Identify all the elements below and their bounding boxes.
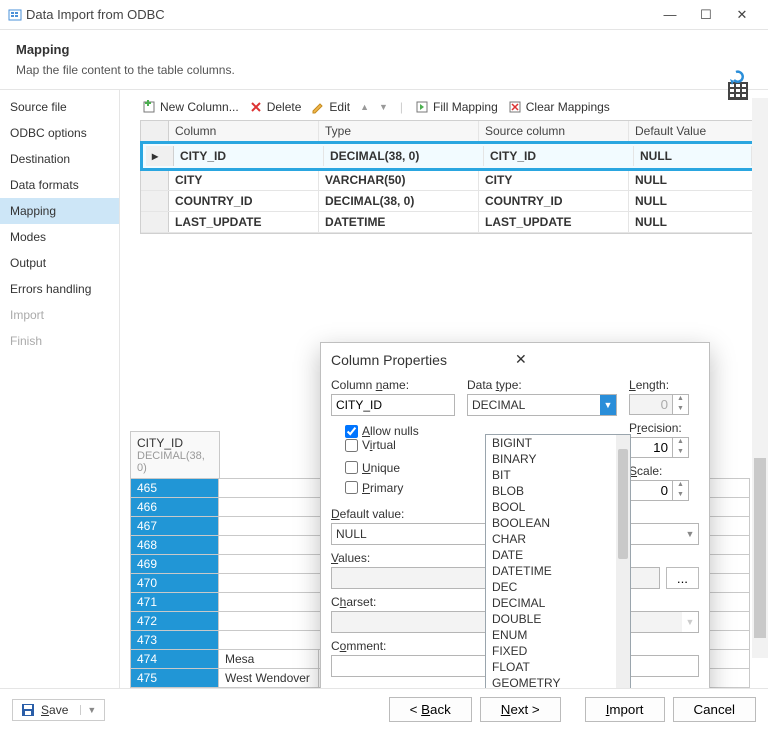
data-type-dropdown-list[interactable]: BIGINTBINARYBITBLOBBOOLBOOLEANCHARDATEDA… xyxy=(485,434,631,688)
dropdown-item[interactable]: FLOAT xyxy=(486,659,630,675)
data-type-label: Data type: xyxy=(467,378,617,392)
dropdown-item[interactable]: ENUM xyxy=(486,627,630,643)
unique-checkbox[interactable]: Unique xyxy=(345,461,443,475)
values-more-button[interactable]: ... xyxy=(666,567,699,589)
grid-row[interactable]: COUNTRY_ID DECIMAL(38, 0) COUNTRY_ID NUL… xyxy=(141,191,757,212)
move-up-button[interactable]: ▲ xyxy=(360,102,369,112)
sidebar-item-odbc-options[interactable]: ODBC options xyxy=(0,120,119,146)
data-type-dropdown[interactable]: DECIMAL▼ xyxy=(467,394,617,416)
grid-row[interactable]: CITY VARCHAR(50) CITY NULL xyxy=(141,170,757,191)
dropdown-item[interactable]: BOOLEAN xyxy=(486,515,630,531)
sidebar-item-modes[interactable]: Modes xyxy=(0,224,119,250)
scale-input[interactable]: ▲▼ xyxy=(629,480,693,501)
dropdown-item[interactable]: BIT xyxy=(486,467,630,483)
allow-nulls-checkbox[interactable]: Allow nulls xyxy=(345,424,443,438)
dialog-title: Column Properties xyxy=(331,352,515,368)
move-down-button[interactable]: ▼ xyxy=(379,102,388,112)
minimize-button[interactable]: — xyxy=(652,7,688,22)
next-button[interactable]: Next > xyxy=(480,697,561,722)
main-scrollbar[interactable] xyxy=(752,98,768,658)
mapping-grid[interactable]: Column Type Source column Default Value … xyxy=(140,120,758,234)
preview-header[interactable]: CITY_ID DECIMAL(38, 0) xyxy=(130,431,220,478)
page-subtitle: Map the file content to the table column… xyxy=(16,63,752,77)
dropdown-item[interactable]: DOUBLE xyxy=(486,611,630,627)
back-button[interactable]: < Back xyxy=(389,697,472,722)
wizard-footer: Save▼ < Back Next > Import Cancel xyxy=(0,688,768,730)
grid-header: Column Type Source column Default Value xyxy=(141,121,757,142)
sidebar-item-finish: Finish xyxy=(0,328,119,354)
sidebar-item-errors-handling[interactable]: Errors handling xyxy=(0,276,119,302)
sidebar-item-source-file[interactable]: Source file xyxy=(0,94,119,120)
import-button[interactable]: Import xyxy=(585,697,665,722)
dropdown-item[interactable]: DATETIME xyxy=(486,563,630,579)
dropdown-item[interactable]: CHAR xyxy=(486,531,630,547)
virtual-checkbox[interactable]: Virtual xyxy=(345,438,396,452)
precision-input[interactable]: ▲▼ xyxy=(629,437,693,458)
scale-label: Scale: xyxy=(629,464,699,478)
page-header: Mapping Map the file content to the tabl… xyxy=(0,30,768,85)
grid-row[interactable]: ▸ CITY_ID DECIMAL(38, 0) CITY_ID NULL xyxy=(141,142,757,170)
page-title: Mapping xyxy=(16,42,752,57)
column-name-input[interactable] xyxy=(331,394,455,416)
dropdown-item[interactable]: GEOMETRY xyxy=(486,675,630,688)
dropdown-item[interactable]: BOOL xyxy=(486,499,630,515)
fill-mapping-button[interactable]: Fill Mapping xyxy=(415,100,498,114)
cancel-button[interactable]: Cancel xyxy=(673,697,757,722)
delete-button[interactable]: Delete xyxy=(249,100,302,114)
step-sidebar: Source fileODBC optionsDestinationData f… xyxy=(0,90,120,688)
sidebar-item-destination[interactable]: Destination xyxy=(0,146,119,172)
dropdown-item[interactable]: DEC xyxy=(486,579,630,595)
dropdown-item[interactable]: BIGINT xyxy=(486,435,630,451)
dropdown-scrollbar[interactable] xyxy=(616,435,630,688)
sidebar-item-mapping[interactable]: Mapping xyxy=(0,198,119,224)
window-title: Data Import from ODBC xyxy=(22,7,652,22)
window-titlebar: Data Import from ODBC — ☐ ✕ xyxy=(0,0,768,30)
column-name-label: Column name: xyxy=(331,378,455,392)
length-input[interactable]: ▲▼ xyxy=(629,394,693,415)
length-label: Length: xyxy=(629,378,699,392)
precision-label: Precision: xyxy=(629,421,699,435)
column-properties-dialog: Column Properties ✕ Column name: Allow n… xyxy=(320,342,710,688)
dropdown-item[interactable]: BINARY xyxy=(486,451,630,467)
clear-mappings-button[interactable]: Clear Mappings xyxy=(508,100,610,114)
dropdown-item[interactable]: DECIMAL xyxy=(486,595,630,611)
maximize-button[interactable]: ☐ xyxy=(688,7,724,23)
edit-button[interactable]: Edit xyxy=(311,100,350,114)
dialog-close-button[interactable]: ✕ xyxy=(515,351,699,368)
dropdown-item[interactable]: FIXED xyxy=(486,643,630,659)
grid-row[interactable]: LAST_UPDATE DATETIME LAST_UPDATE NULL xyxy=(141,212,757,233)
sidebar-item-data-formats[interactable]: Data formats xyxy=(0,172,119,198)
primary-checkbox[interactable]: Primary xyxy=(345,481,443,495)
new-column-button[interactable]: New Column... xyxy=(142,100,239,114)
sidebar-item-import: Import xyxy=(0,302,119,328)
sidebar-item-output[interactable]: Output xyxy=(0,250,119,276)
save-button[interactable]: Save▼ xyxy=(12,699,105,721)
app-icon xyxy=(8,8,22,22)
mapping-toolbar: New Column... Delete Edit ▲ ▼ | Fill Map… xyxy=(130,98,758,120)
dropdown-item[interactable]: DATE xyxy=(486,547,630,563)
close-button[interactable]: ✕ xyxy=(724,7,760,23)
main-content: New Column... Delete Edit ▲ ▼ | Fill Map… xyxy=(120,90,768,688)
dropdown-item[interactable]: BLOB xyxy=(486,483,630,499)
